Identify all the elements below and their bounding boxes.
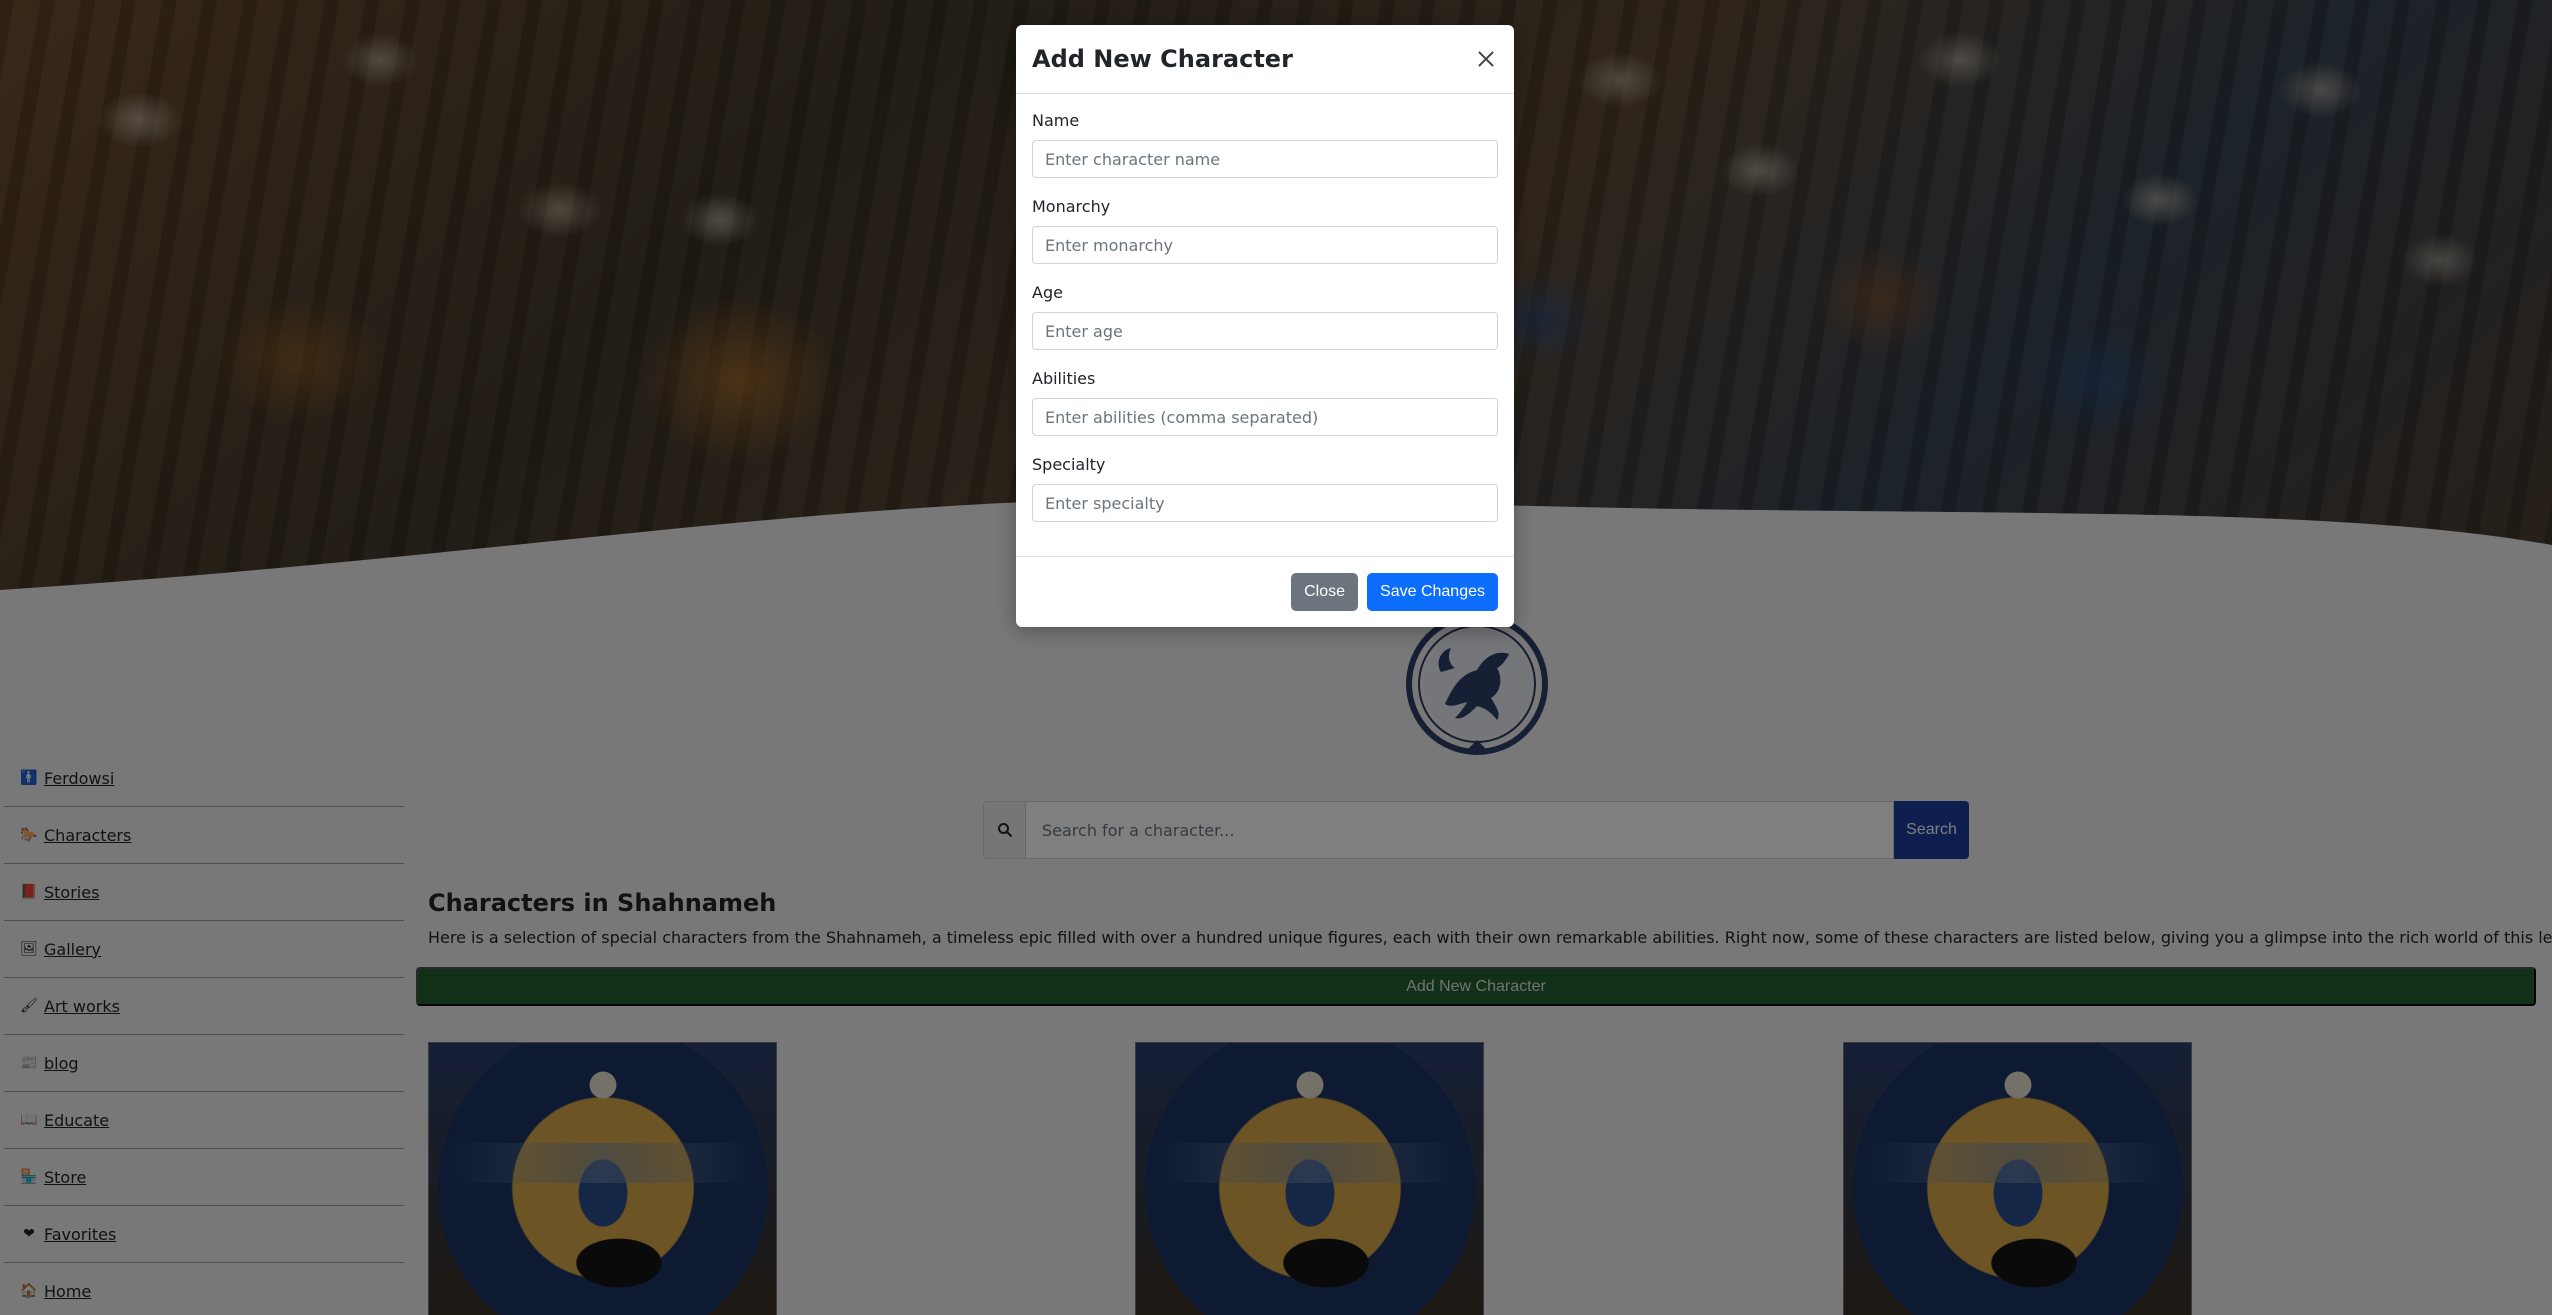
save-changes-button[interactable]: Save Changes <box>1367 573 1498 611</box>
abilities-label: Abilities <box>1032 369 1096 388</box>
monarchy-input[interactable]: Enter monarchy <box>1032 226 1498 264</box>
close-icon[interactable] <box>1474 47 1498 71</box>
abilities-field-group: Abilities Enter abilities (comma separat… <box>1032 368 1498 454</box>
close-button[interactable]: Close <box>1291 573 1359 611</box>
modal-footer: Close Save Changes <box>1016 556 1514 627</box>
specialty-label: Specialty <box>1032 455 1106 474</box>
abilities-input[interactable]: Enter abilities (comma separated) <box>1032 398 1498 436</box>
age-label: Age <box>1032 283 1063 302</box>
age-field-group: Age Enter age <box>1032 282 1498 368</box>
add-character-modal: Add New Character Name Enter character n… <box>1016 25 1514 627</box>
modal-header: Add New Character <box>1016 25 1514 94</box>
name-field-group: Name Enter character name <box>1032 110 1498 196</box>
specialty-field-group: Specialty Enter specialty <box>1032 454 1498 540</box>
modal-body: Name Enter character name Monarchy Enter… <box>1016 94 1514 540</box>
monarchy-label: Monarchy <box>1032 197 1111 216</box>
name-input[interactable]: Enter character name <box>1032 140 1498 178</box>
modal-title: Add New Character <box>1032 45 1293 73</box>
monarchy-field-group: Monarchy Enter monarchy <box>1032 196 1498 282</box>
specialty-input[interactable]: Enter specialty <box>1032 484 1498 522</box>
name-label: Name <box>1032 111 1080 130</box>
age-input[interactable]: Enter age <box>1032 312 1498 350</box>
